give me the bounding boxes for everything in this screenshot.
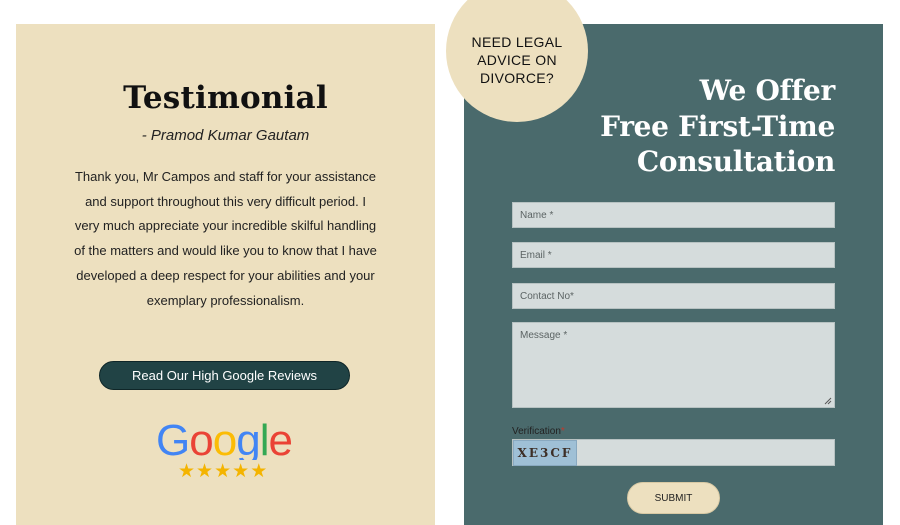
offer-heading: We Offer Free First-Time Consultation [600,73,835,180]
svg-text:Google: Google [156,416,292,460]
offer-line-3: Consultation [636,145,835,178]
badge-line-1: NEED LEGAL [471,34,563,50]
required-marker: * [560,426,565,437]
contact-number-field[interactable]: Contact No* [512,283,835,309]
google-reviews-button[interactable]: Read Our High Google Reviews [99,361,350,390]
verification-label-text: Verification [512,426,561,437]
resize-handle-icon[interactable] [824,397,832,405]
page: Testimonial - Pramod Kumar Gautam Thank … [0,0,900,525]
name-field[interactable]: Name * [512,202,835,228]
testimonial-title: Testimonial [123,80,328,116]
verification-label: Verification* [512,426,565,437]
testimonial-text: Thank you, Mr Campos and staff for your … [74,169,377,308]
captcha-image: XE3CF [513,440,577,466]
email-field[interactable]: Email * [512,242,835,268]
badge-line-3: DIVORCE? [480,70,554,86]
star-icon: ★ [250,460,268,482]
submit-button[interactable]: SUBMIT [627,482,720,514]
offer-line-1: We Offer [699,74,836,107]
testimonial-author: - Pramod Kumar Gautam [141,127,310,144]
star-icon: ★ [178,460,196,482]
name-placeholder: Name * [520,209,554,221]
star-icon: ★ [196,460,214,482]
contact-placeholder: Contact No* [520,290,574,302]
testimonial-card: Testimonial - Pramod Kumar Gautam Thank … [16,24,435,525]
google-logo-icon: Google [156,416,296,460]
offer-line-2: Free First-Time [600,109,835,143]
star-icon: ★ [232,460,250,482]
badge-line-2: ADVICE ON [477,52,557,68]
message-placeholder: Message * [520,330,568,341]
email-placeholder: Email * [520,249,552,261]
star-icon: ★ [214,460,232,482]
message-field[interactable]: Message * [512,322,835,408]
star-rating: ★ ★ ★ ★ ★ [178,460,268,482]
